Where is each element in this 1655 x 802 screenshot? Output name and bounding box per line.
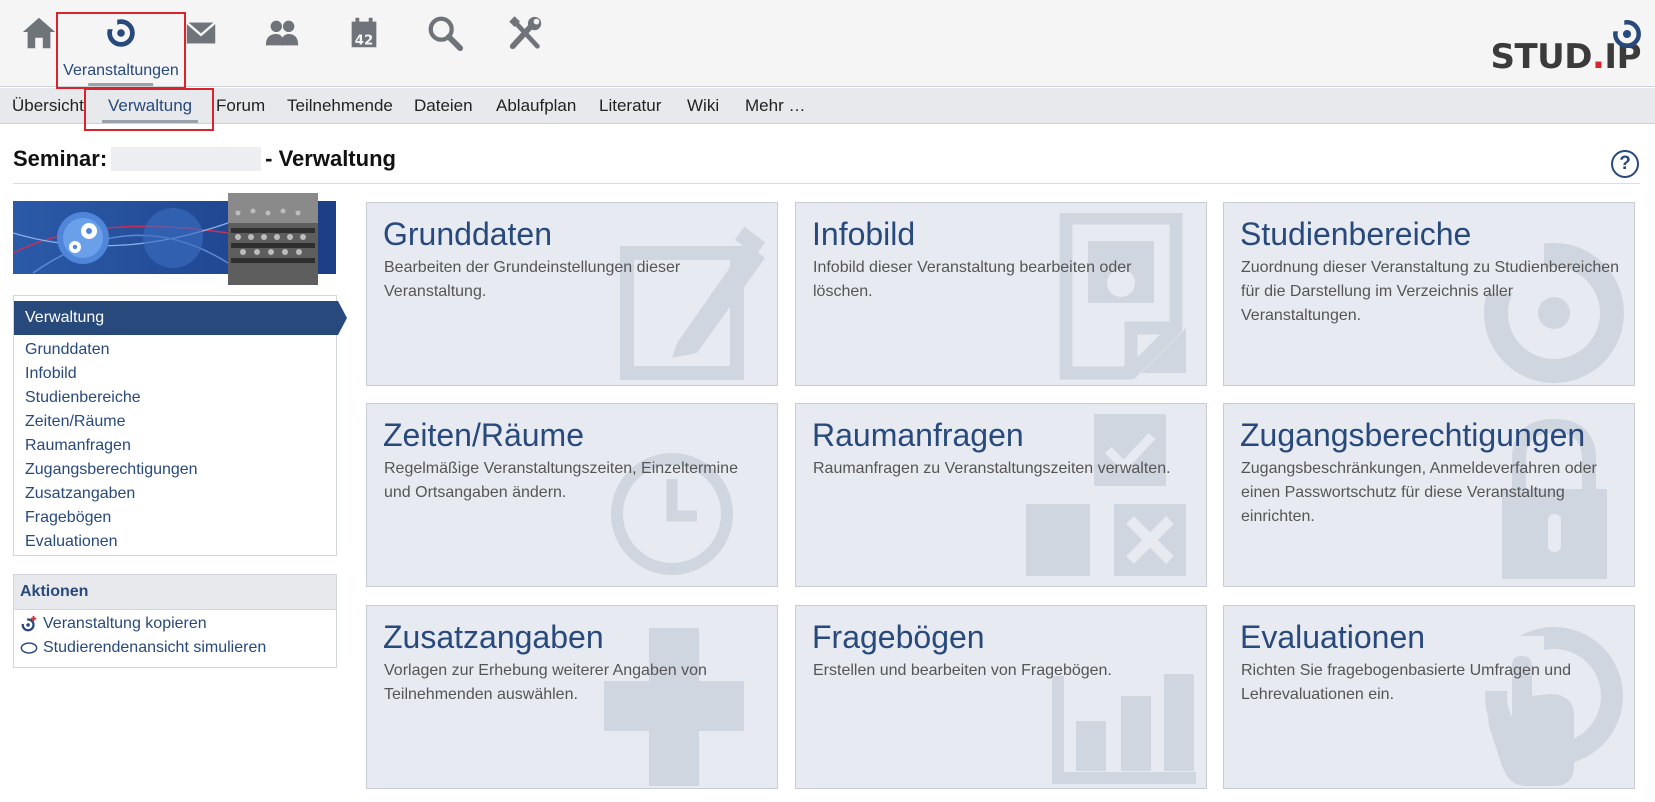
tab-literature[interactable]: Literatur (599, 96, 661, 116)
redacted-course-name (111, 147, 262, 171)
course-banner-image (13, 193, 336, 285)
tile-title: Grunddaten (383, 216, 553, 252)
tile-description: Richten Sie fragebogenbasierte Umfragen … (1241, 662, 1571, 703)
tab-more[interactable]: Mehr … (745, 96, 805, 116)
tab-schedule[interactable]: Ablaufplan (496, 96, 576, 116)
actions-heading: Aktionen (14, 575, 336, 610)
tile-description: Raumanfragen zu Veranstaltungszeiten ver… (813, 460, 1171, 477)
page-title-suffix: - Verwaltung (265, 146, 396, 171)
tile-raumanfragen[interactable]: Raumanfragen Raumanfragen zu Veranstaltu… (795, 403, 1207, 587)
nav-search[interactable] (410, 14, 480, 74)
eye-icon (20, 642, 38, 654)
tile-zeiten-raeume[interactable]: Zeiten/Räume Regelmäßige Veranstaltungsz… (366, 403, 778, 587)
mail-icon (185, 21, 217, 44)
sidebar-item-zusatzangaben[interactable]: Zusatzangaben (25, 482, 198, 506)
tile-description: Regelmäßige Veranstaltungszeiten, Einzel… (384, 460, 738, 501)
logo-mark-icon (1611, 18, 1641, 48)
room-request-icon (1026, 414, 1186, 576)
tile-description: Zugangsbeschränkungen, Anmeldeverfahren … (1241, 460, 1597, 525)
course-tab-bar: Übersicht Verwaltung Forum Teilnehmende … (0, 88, 1655, 124)
sidebar-item-studienbereiche[interactable]: Studienbereiche (25, 386, 198, 410)
tab-participants[interactable]: Teilnehmende (287, 96, 393, 116)
courses-icon (105, 17, 135, 47)
nav-courses[interactable]: Veranstaltungen (63, 14, 179, 86)
tile-title: Zusatzangaben (383, 619, 604, 655)
copy-course-label: Veranstaltung kopieren (43, 615, 207, 632)
copy-course-action[interactable]: Veranstaltung kopieren (20, 615, 207, 633)
calendar-day: 42 (355, 33, 374, 48)
community-icon (265, 20, 299, 46)
tools-icon (509, 16, 542, 50)
tab-wiki[interactable]: Wiki (687, 96, 719, 116)
tile-title: Zeiten/Räume (383, 417, 584, 453)
tile-infobild[interactable]: Infobild Infobild dieser Veranstaltung b… (795, 202, 1207, 386)
sidebar-list: Grunddaten Infobild Studienbereiche Zeit… (25, 338, 198, 554)
tile-description: Zuordnung dieser Veranstaltung zu Studie… (1241, 259, 1620, 324)
tile-grunddaten[interactable]: Grunddaten Bearbeiten der Grundeinstellu… (366, 202, 778, 386)
tab-files[interactable]: Dateien (414, 96, 473, 116)
tile-title: Raumanfragen (812, 417, 1024, 453)
search-icon (428, 16, 464, 52)
sidebar-item-zugangsberechtigungen[interactable]: Zugangsberechtigungen (25, 458, 198, 482)
copy-course-icon (21, 615, 37, 632)
page-title-prefix: Seminar: (13, 146, 108, 171)
tile-evaluationen[interactable]: Evaluationen Richten Sie fragebogenbasie… (1223, 605, 1635, 789)
calendar-icon: 42 (351, 17, 377, 48)
tile-description: Vorlagen zur Erhebung weiterer Angaben v… (384, 662, 707, 703)
tile-studienbereiche[interactable]: Studienbereiche Zuordnung dieser Veranst… (1223, 202, 1635, 386)
nav-courses-label: Veranstaltungen (63, 62, 179, 86)
tile-description: Infobild dieser Veranstaltung bearbeiten… (813, 259, 1132, 300)
tile-zusatzangaben[interactable]: Zusatzangaben Vorlagen zur Erhebung weit… (366, 605, 778, 789)
help-icon[interactable]: ? (1611, 150, 1639, 178)
tile-frageboegen[interactable]: Fragebögen Erstellen und bearbeiten von … (795, 605, 1207, 789)
bar-chart-icon (1052, 674, 1196, 784)
tab-administration[interactable]: Verwaltung (101, 96, 199, 123)
simulate-student-view-label: Studierendenansicht simulieren (43, 639, 267, 656)
actions-panel: Aktionen Veranstaltung kopieren Studiere… (13, 574, 337, 668)
title-divider (13, 183, 1640, 184)
top-header: Veranstaltungen 42 STUD.IP (0, 0, 1655, 87)
tile-title: Infobild (812, 216, 916, 252)
sidebar-item-grunddaten[interactable]: Grunddaten (25, 338, 198, 362)
tile-title: Studienbereiche (1240, 216, 1472, 252)
tile-description: Bearbeiten der Grundeinstellungen dieser… (384, 259, 681, 300)
sidebar-item-infobild[interactable]: Infobild (25, 362, 198, 386)
tab-overview[interactable]: Übersicht (12, 96, 84, 116)
sidebar-item-zeiten-raeume[interactable]: Zeiten/Räume (25, 410, 198, 434)
home-icon (22, 17, 56, 49)
nav-community[interactable] (247, 14, 317, 74)
tile-description: Erstellen und bearbeiten von Fragebögen. (813, 662, 1112, 679)
simulate-student-view-action[interactable]: Studierendenansicht simulieren (20, 639, 266, 657)
page-title: Seminar: - Verwaltung (13, 146, 396, 172)
tab-forum[interactable]: Forum (216, 96, 265, 116)
nav-tools[interactable] (491, 14, 561, 74)
sidebar-heading[interactable]: Verwaltung (14, 301, 347, 335)
studip-logo[interactable]: STUD.IP (1490, 18, 1641, 74)
nav-calendar[interactable]: 42 (329, 14, 399, 74)
tile-title: Zugangsberechtigungen (1240, 417, 1586, 453)
tile-title: Evaluationen (1240, 619, 1426, 655)
sidebar-item-raumanfragen[interactable]: Raumanfragen (25, 434, 198, 458)
sidebar-navigation: Verwaltung Grunddaten Infobild Studienbe… (13, 295, 347, 556)
sidebar-item-frageboegen[interactable]: Fragebögen (25, 506, 198, 530)
tile-title: Fragebögen (812, 619, 985, 655)
nav-messages[interactable] (166, 14, 236, 74)
sidebar-item-evaluationen[interactable]: Evaluationen (25, 530, 198, 554)
tile-zugangsberechtigungen[interactable]: Zugangsberechtigungen Zugangsbeschränkun… (1223, 403, 1635, 587)
